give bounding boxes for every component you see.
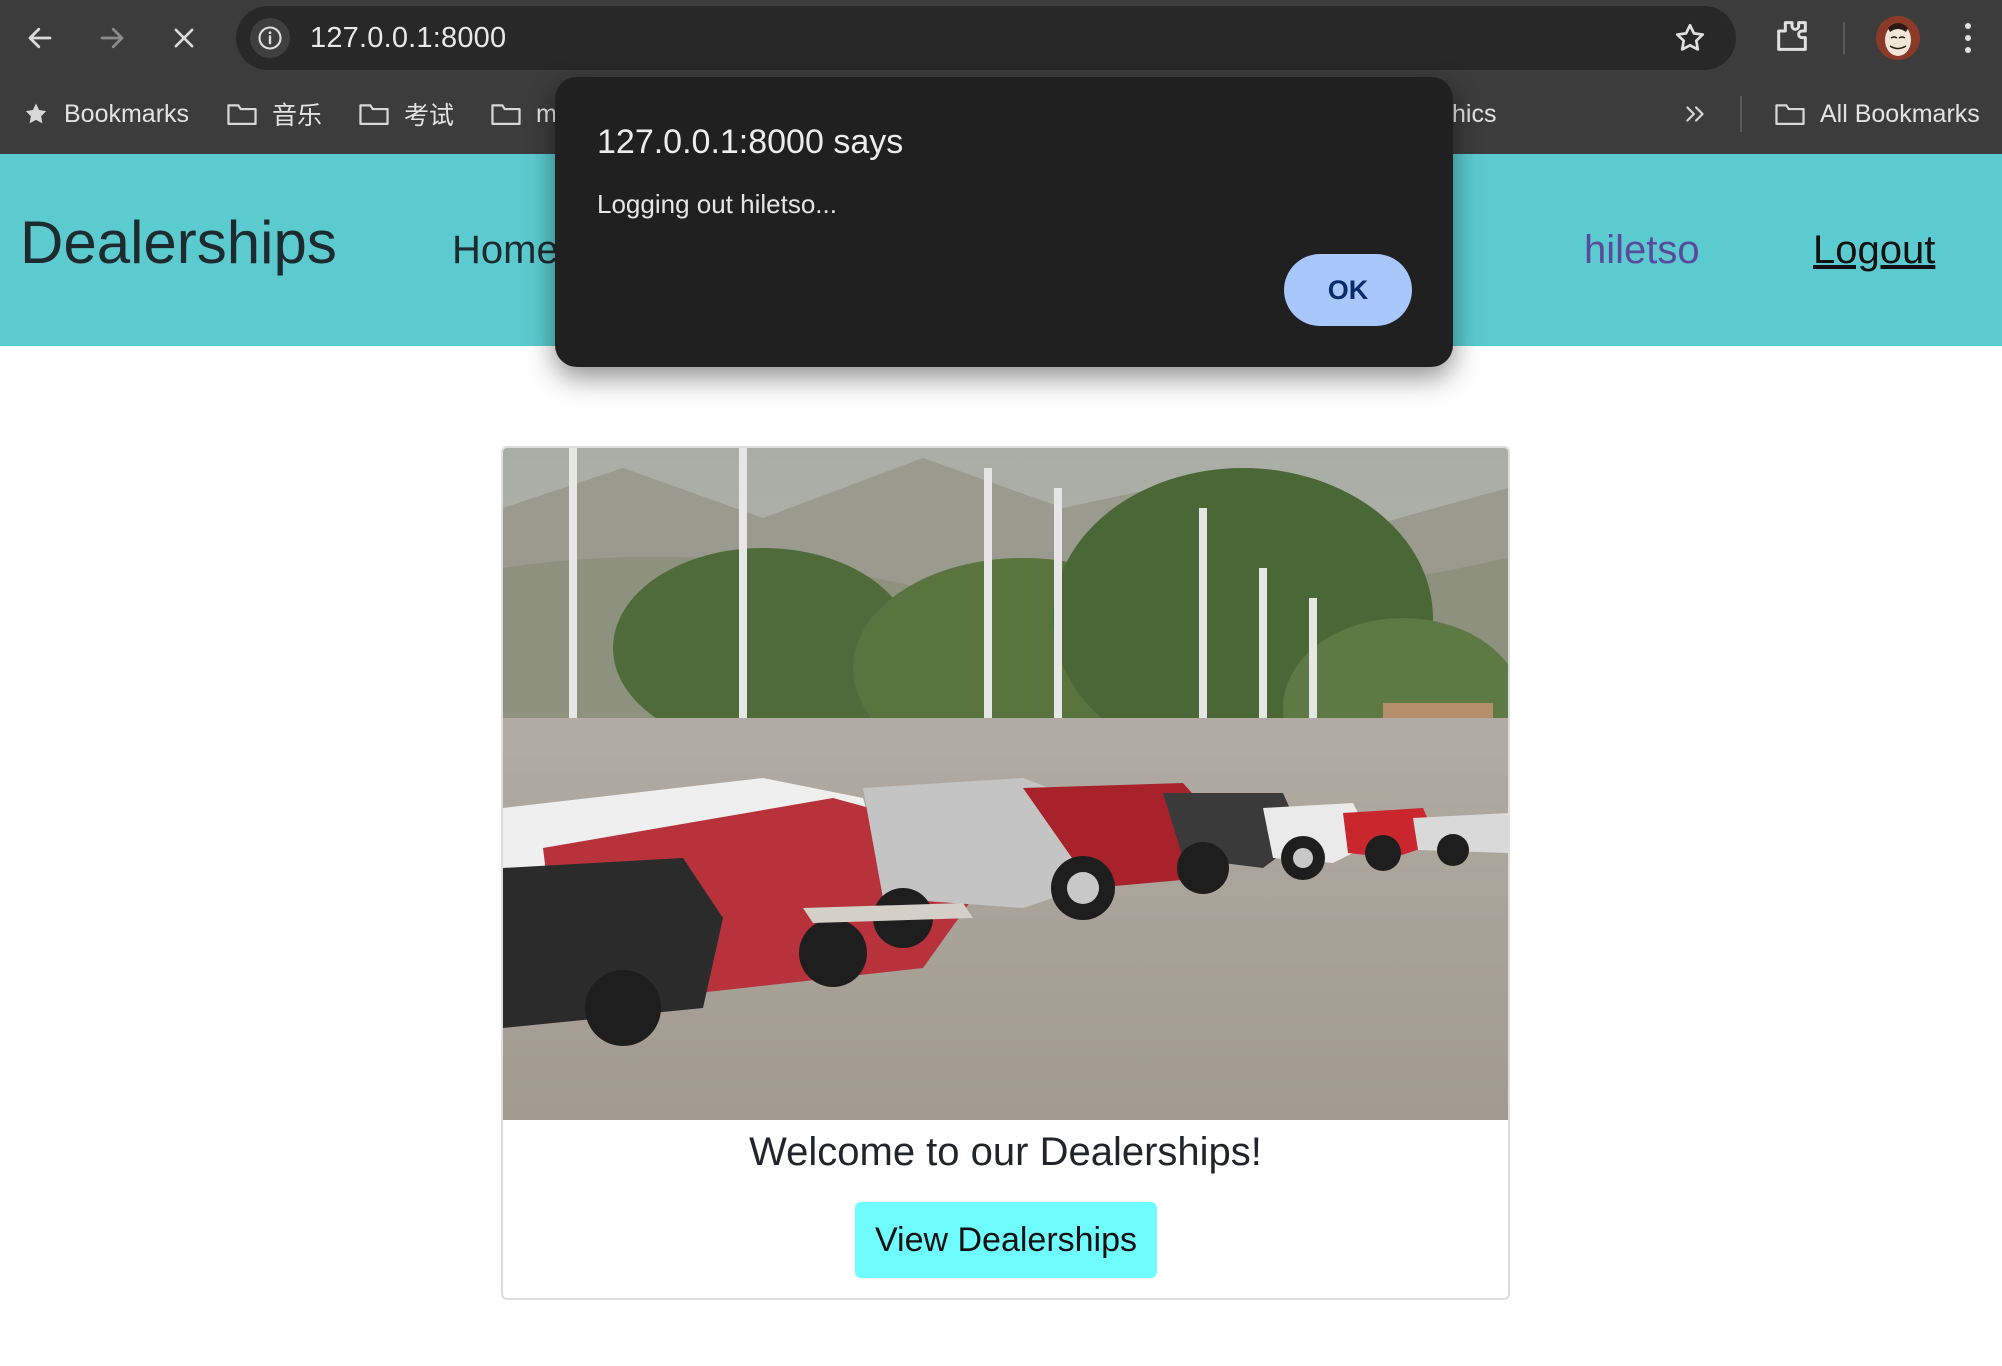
folder-icon [227, 104, 257, 125]
bookmark-folder-exam[interactable]: 考试 [358, 96, 454, 132]
forward-button[interactable] [88, 16, 136, 60]
site-info-button[interactable] [250, 18, 290, 58]
folder-icon [491, 104, 521, 125]
nav-logout-link[interactable]: Logout [1813, 228, 1935, 273]
bookmark-label: m [536, 99, 557, 128]
all-bookmarks-button[interactable]: All Bookmarks [1774, 96, 1980, 132]
welcome-card: Welcome to our Dealerships! View Dealers… [501, 446, 1510, 1300]
url-text[interactable]: 127.0.0.1:8000 [310, 22, 506, 55]
bookmark-folder-music[interactable]: 音乐 [226, 96, 322, 132]
folder-icon [1775, 104, 1805, 125]
view-dealerships-button[interactable]: View Dealerships [855, 1202, 1157, 1278]
stop-icon [174, 28, 194, 48]
forward-icon [100, 27, 124, 49]
bookmark-label: 考试 [404, 102, 455, 130]
more-icon[interactable] [1958, 20, 1978, 56]
star-icon[interactable] [1672, 20, 1708, 56]
back-icon [28, 27, 52, 49]
browser-toolbar: 127.0.0.1:8000 [0, 0, 2002, 76]
back-button[interactable] [16, 16, 64, 60]
dialog-message: Logging out hiletso... [597, 189, 837, 219]
star-icon [25, 103, 47, 124]
info-icon [258, 26, 282, 50]
car-lot-image [503, 448, 1508, 1120]
bookmark-folder-m[interactable]: m [490, 96, 557, 132]
dialog-ok-button[interactable]: OK [1284, 254, 1412, 326]
chevrons-right-icon [1686, 106, 1704, 122]
welcome-heading: Welcome to our Dealerships! [749, 1130, 1262, 1174]
nav-home-link[interactable]: Home [452, 228, 559, 273]
extensions-icon[interactable] [1772, 16, 1812, 56]
folder-icon [359, 104, 389, 125]
nav-username: hiletso [1584, 228, 1700, 272]
more-bookmarks-button[interactable] [1682, 96, 1722, 132]
alert-dialog: 127.0.0.1:8000 says Logging out hiletso.… [555, 77, 1453, 367]
avatar-image [1876, 16, 1920, 60]
profile-avatar[interactable] [1876, 16, 1920, 60]
stop-loading-button[interactable] [160, 16, 208, 60]
all-bookmarks-label: All Bookmarks [1820, 99, 1980, 128]
bookmark-label: hics [1452, 99, 1497, 128]
address-bar[interactable]: 127.0.0.1:8000 [236, 6, 1736, 70]
toolbar-divider [1843, 22, 1845, 54]
bookmark-bookmarks[interactable]: Bookmarks [22, 96, 189, 132]
bookmark-label: 音乐 [272, 102, 323, 130]
bookmark-folder-hics[interactable]: hics [1452, 96, 1496, 132]
bookmarks-divider [1740, 96, 1742, 132]
bookmark-label: Bookmarks [64, 99, 190, 128]
brand-title[interactable]: Dealerships [20, 208, 337, 277]
dialog-title: 127.0.0.1:8000 says [597, 123, 904, 161]
